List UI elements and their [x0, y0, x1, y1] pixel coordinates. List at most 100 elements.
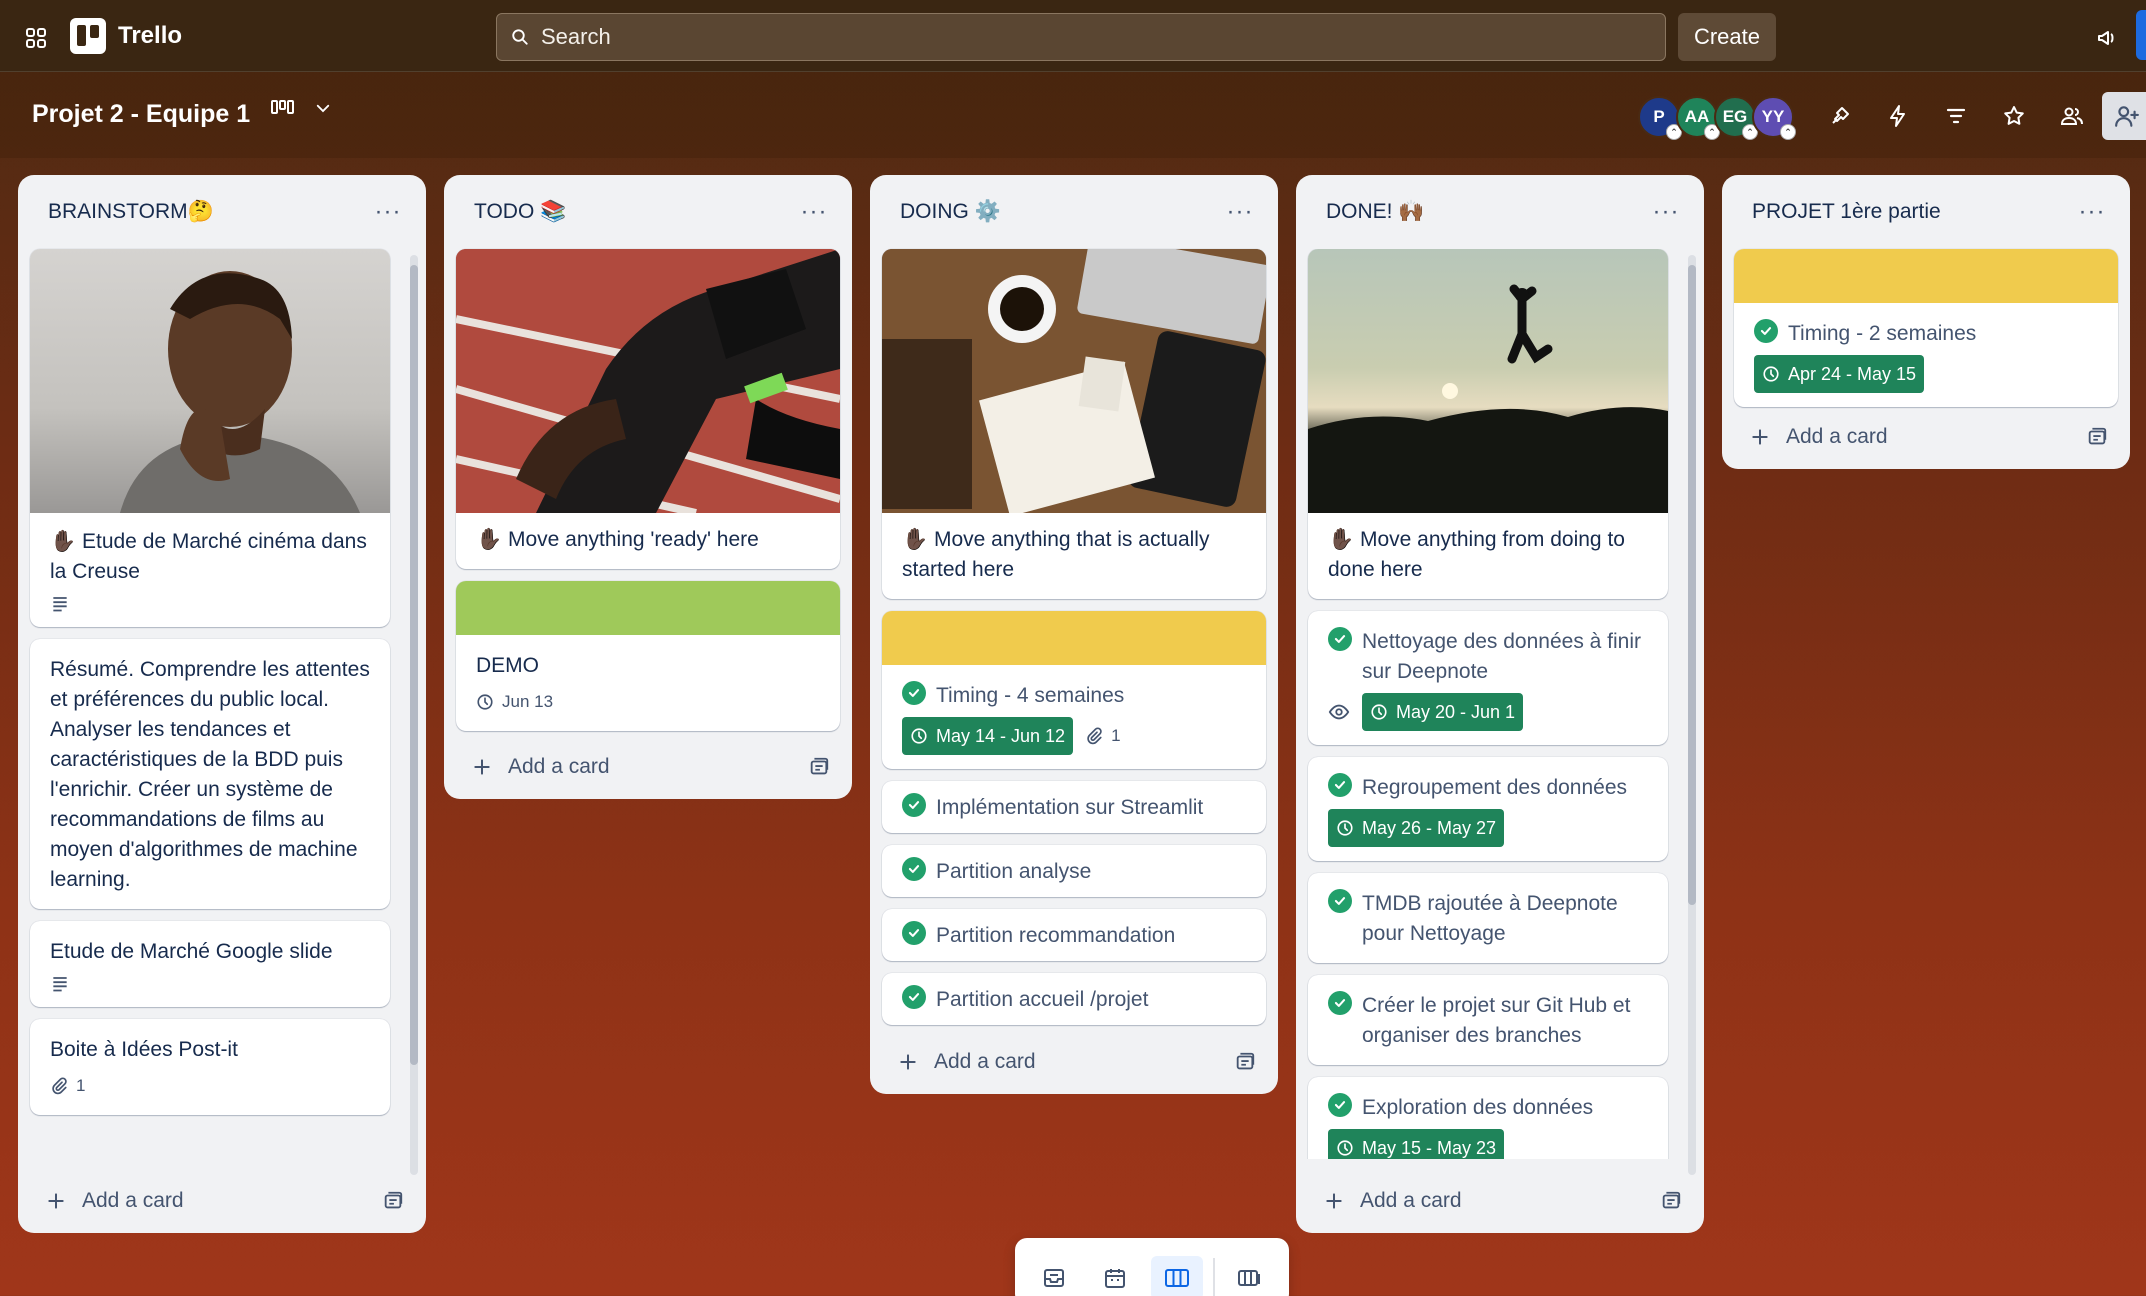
megaphone-icon[interactable] — [2090, 20, 2126, 56]
card[interactable]: ✋🏿 Move anything 'ready' here — [456, 249, 840, 569]
card[interactable]: DEMO Jun 13 — [456, 581, 840, 731]
card[interactable]: ✋🏿 Etude de Marché cinéma dans la Creuse — [30, 249, 390, 627]
complete-check-icon[interactable] — [902, 681, 926, 705]
card[interactable]: Partition recommandation — [882, 909, 1266, 961]
search-icon — [512, 29, 528, 45]
create-button[interactable]: Create — [1678, 13, 1776, 61]
card[interactable]: ✋🏿 Move anything from doing to done here — [1308, 249, 1668, 599]
description-icon — [53, 597, 67, 612]
filter-icon[interactable] — [1938, 98, 1974, 134]
complete-check-icon[interactable] — [1328, 773, 1352, 797]
description-icon — [53, 977, 67, 992]
list-menu-icon[interactable]: ··· — [798, 196, 830, 228]
list-scrollbar[interactable] — [410, 255, 418, 1175]
due-date-badge[interactable]: Apr 24 - May 15 — [1754, 355, 1925, 393]
complete-check-icon[interactable] — [1754, 319, 1778, 343]
card[interactable]: ✋🏿 Move anything that is actually starte… — [882, 249, 1266, 599]
attachment-badge: 1 — [50, 1071, 85, 1101]
list-title[interactable]: DONE! 🙌🏾 — [1326, 200, 1425, 224]
avatar[interactable]: AA ⌃ — [1676, 96, 1720, 140]
complete-check-icon[interactable] — [902, 793, 926, 817]
card[interactable]: Partition analyse — [882, 845, 1266, 897]
clock-icon — [477, 694, 493, 710]
avatar[interactable]: YY ⌃ — [1752, 96, 1796, 140]
board-view-switcher[interactable] — [270, 98, 332, 118]
share-button[interactable] — [2102, 92, 2146, 140]
paperclip-icon — [1087, 727, 1102, 745]
card[interactable]: Timing - 4 semaines May 14 - Jun 12 1 — [882, 611, 1266, 769]
complete-check-icon[interactable] — [1328, 627, 1352, 651]
visibility-icon[interactable] — [2054, 98, 2090, 134]
list-menu-icon[interactable]: ··· — [1650, 196, 1682, 228]
add-card-label: Add a card — [82, 1189, 184, 1212]
switch-board-icon[interactable] — [1224, 1256, 1276, 1296]
automation-icon[interactable] — [1880, 98, 1916, 134]
due-date-badge[interactable]: May 15 - May 23 — [1328, 1129, 1505, 1159]
board-title[interactable]: Projet 2 - Equipe 1 — [32, 100, 250, 129]
complete-check-icon[interactable] — [1328, 889, 1352, 913]
list-scrollbar[interactable] — [1688, 255, 1696, 1175]
list-title[interactable]: BRAINSTORM🤔 — [48, 200, 214, 224]
card-template-icon[interactable] — [2086, 426, 2108, 448]
list-title[interactable]: DOING ⚙️ — [900, 200, 1001, 224]
divider — [1212, 1258, 1215, 1296]
paperclip-icon — [52, 1077, 67, 1095]
board-members: P ⌃ AA ⌃ EG ⌃ YY ⌃ — [1638, 96, 1796, 140]
list-menu-icon[interactable]: ··· — [1224, 196, 1256, 228]
avatar[interactable]: EG ⌃ — [1714, 96, 1758, 140]
card-cover-color — [882, 611, 1266, 665]
add-card-button[interactable]: Add a card — [18, 1169, 426, 1233]
card[interactable]: Exploration des données May 15 - May 23 — [1308, 1077, 1668, 1159]
card[interactable]: Timing - 2 semaines Apr 24 - May 15 — [1734, 249, 2118, 407]
list-doing: DOING ⚙️ ··· ✋🏿 Move anything that is ac… — [870, 175, 1278, 1094]
list-menu-icon[interactable]: ··· — [2076, 196, 2108, 228]
card[interactable]: Etude de Marché Google slide — [30, 921, 390, 1007]
due-date-badge[interactable]: Jun 13 — [476, 687, 553, 717]
clock-icon — [911, 728, 927, 744]
add-card-button[interactable]: Add a card — [1296, 1169, 1704, 1233]
card[interactable]: Résumé. Comprendre les attentes et préfé… — [30, 639, 390, 909]
card[interactable]: Regroupement des données May 26 - May 27 — [1308, 757, 1668, 861]
add-card-label: Add a card — [934, 1050, 1036, 1073]
card-title: Etude de Marché Google slide — [50, 940, 333, 963]
due-date-badge[interactable]: May 26 - May 27 — [1328, 809, 1505, 847]
add-card-button[interactable]: Add a card — [870, 1030, 1278, 1094]
due-date-badge[interactable]: May 14 - Jun 12 — [902, 717, 1074, 755]
card-template-icon[interactable] — [382, 1190, 404, 1212]
complete-check-icon[interactable] — [1328, 991, 1352, 1015]
add-card-button[interactable]: Add a card — [444, 735, 852, 799]
inbox-icon[interactable] — [1028, 1256, 1080, 1296]
card[interactable]: Boite à Idées Post-it 1 — [30, 1019, 390, 1115]
card[interactable]: Implémentation sur Streamlit — [882, 781, 1266, 833]
list-title[interactable]: TODO 📚 — [474, 200, 566, 224]
complete-check-icon[interactable] — [902, 921, 926, 945]
card-template-icon[interactable] — [1234, 1051, 1256, 1073]
app-switcher-icon[interactable] — [18, 20, 54, 56]
notification-button-edge[interactable] — [2136, 10, 2146, 60]
complete-check-icon[interactable] — [902, 985, 926, 1009]
card[interactable]: Créer le projet sur Git Hub et organiser… — [1308, 975, 1668, 1065]
card-template-icon[interactable] — [1660, 1190, 1682, 1212]
trello-logo[interactable]: Trello — [70, 18, 182, 54]
card-template-icon[interactable] — [808, 756, 830, 778]
card-cover-image — [1308, 249, 1668, 513]
star-icon[interactable] — [1996, 98, 2032, 134]
card-title: DEMO — [476, 654, 539, 677]
power-ups-icon[interactable] — [1822, 98, 1858, 134]
card[interactable]: TMDB rajoutée à Deepnote pour Nettoyage — [1308, 873, 1668, 963]
card[interactable]: Nettoyage des données à finir sur Deepno… — [1308, 611, 1668, 745]
complete-check-icon[interactable] — [1328, 1093, 1352, 1117]
board-view-icon[interactable] — [1150, 1256, 1203, 1296]
complete-check-icon[interactable] — [902, 857, 926, 881]
search-input[interactable]: Search — [496, 13, 1666, 61]
card[interactable]: Partition accueil /projet — [882, 973, 1266, 1025]
list-projet-1ere-partie: PROJET 1ère partie ··· Timing - 2 semain… — [1722, 175, 2130, 469]
list-menu-icon[interactable]: ··· — [372, 196, 404, 228]
avatar[interactable]: P ⌃ — [1638, 96, 1682, 140]
list-title[interactable]: PROJET 1ère partie — [1752, 200, 1941, 224]
calendar-icon[interactable] — [1089, 1256, 1141, 1296]
eye-icon — [1328, 704, 1350, 720]
due-date-badge[interactable]: May 20 - Jun 1 — [1362, 693, 1524, 731]
add-card-button[interactable]: Add a card — [1722, 405, 2130, 469]
list-done: DONE! 🙌🏾 ··· ✋🏿 Move anything from doing… — [1296, 175, 1704, 1233]
